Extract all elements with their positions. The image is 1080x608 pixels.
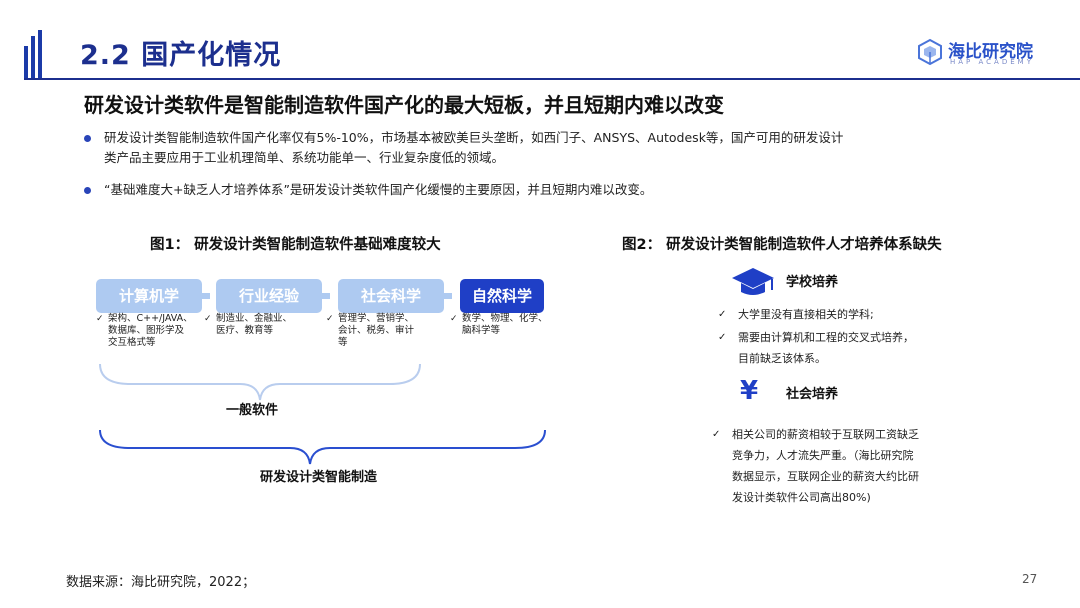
logo: 海比研究院 HAP ACADEMY (916, 38, 1056, 70)
yen-icon: ¥ (740, 376, 759, 406)
plus-icon (428, 284, 452, 308)
bullet-text: “基础难度大+缺乏人才培养体系”是研发设计类软件国产化缓慢的主要原因，并且短期内… (104, 182, 653, 197)
plus-icon (306, 284, 330, 308)
page-number: 27 (1022, 572, 1038, 586)
logo-cube-icon (918, 38, 942, 66)
figure1-title: 图1： 研发设计类智能制造软件基础难度较大 (150, 237, 441, 253)
detail-line: 制造业、金融业、 (216, 313, 293, 324)
list-item-text: 需要由计算机和工程的交叉式培养， (738, 331, 914, 344)
data-source: 数据来源：海比研究院，2022； (66, 575, 256, 590)
graduation-cap-icon (732, 268, 774, 295)
detail-line: 管理学、营销学、 (338, 313, 415, 324)
logo-subtitle: HAP ACADEMY (950, 58, 1034, 66)
list-item: ✓ 大学里没有直接相关的学科; (718, 304, 978, 326)
list-item: ✓ 需要由计算机和工程的交叉式培养， 目前缺乏该体系。 (718, 327, 978, 371)
check-icon: ✓ (96, 314, 104, 324)
detail-line: 会计、税务、审计 (338, 325, 415, 336)
subtitle: 研发设计类软件是智能制造软件国产化的最大短板，并且短期内难以改变 (84, 93, 724, 117)
detail-line: 脑科学等 (462, 325, 501, 336)
check-icon: ✓ (718, 309, 727, 320)
detail-line: 医疗、教育等 (216, 325, 274, 336)
bullet-dot (84, 135, 91, 142)
detail-line: 交互格式等 (108, 337, 156, 348)
brace-label-general-software: 一般软件 (226, 403, 279, 418)
list-item-text: 目前缺乏该体系。 (738, 352, 826, 365)
list-item-text: 数据显示，互联网企业的薪资大约比研 (732, 470, 919, 483)
list-item-text: 竞争力，人才流失严重。（海比研究院 (732, 449, 914, 462)
box-natural-science: 自然科学 (460, 279, 544, 313)
bullet-item: 研发设计类智能制造软件国产化率仅有5%-10%，市场基本被欧美巨头垄断，如西门子… (84, 128, 924, 170)
section-school-title: 学校培养 (786, 275, 839, 290)
detail-line: 数据库、图形学及 (108, 325, 185, 336)
section-society-title: 社会培养 (786, 387, 839, 402)
header-divider (24, 78, 1080, 80)
detail-line: 数学、物理、化学、 (462, 313, 548, 324)
brace-label-rd-design: 研发设计类智能制造 (260, 470, 378, 485)
list-item-text: 大学里没有直接相关的学科; (738, 308, 874, 321)
detail-line: 架构、C++/JAVA、 (108, 313, 193, 324)
bullet-dot (84, 187, 91, 194)
header-decoration (24, 30, 54, 80)
page-title: 2.2 国产化情况 (80, 40, 282, 71)
detail-line: 等 (338, 337, 348, 348)
bullet-text: 类产品主要应用于工业机理简单、系统功能单一、行业复杂度低的领域。 (104, 150, 505, 165)
plus-icon (186, 284, 210, 308)
bullet-text: 研发设计类智能制造软件国产化率仅有5%-10%，市场基本被欧美巨头垄断，如西门子… (104, 130, 844, 145)
list-item: ✓ 相关公司的薪资相较于互联网工资缺乏 竞争力，人才流失严重。（海比研究院 数据… (712, 424, 952, 514)
check-icon: ✓ (326, 314, 334, 324)
brace-general-software (99, 363, 421, 401)
brace-rd-design (99, 429, 546, 465)
braces (99, 363, 546, 465)
figure2-title: 图2： 研发设计类智能制造软件人才培养体系缺失 (622, 237, 942, 253)
check-icon: ✓ (718, 332, 727, 343)
list-item-text: 相关公司的薪资相较于互联网工资缺乏 (732, 428, 919, 441)
check-icon: ✓ (712, 429, 721, 440)
check-icon: ✓ (204, 314, 212, 324)
check-icon: ✓ (450, 314, 458, 324)
list-item-text: 发设计类软件公司高出80%) (732, 491, 871, 504)
bullet-item: “基础难度大+缺乏人才培养体系”是研发设计类软件国产化缓慢的主要原因，并且短期内… (84, 180, 924, 202)
